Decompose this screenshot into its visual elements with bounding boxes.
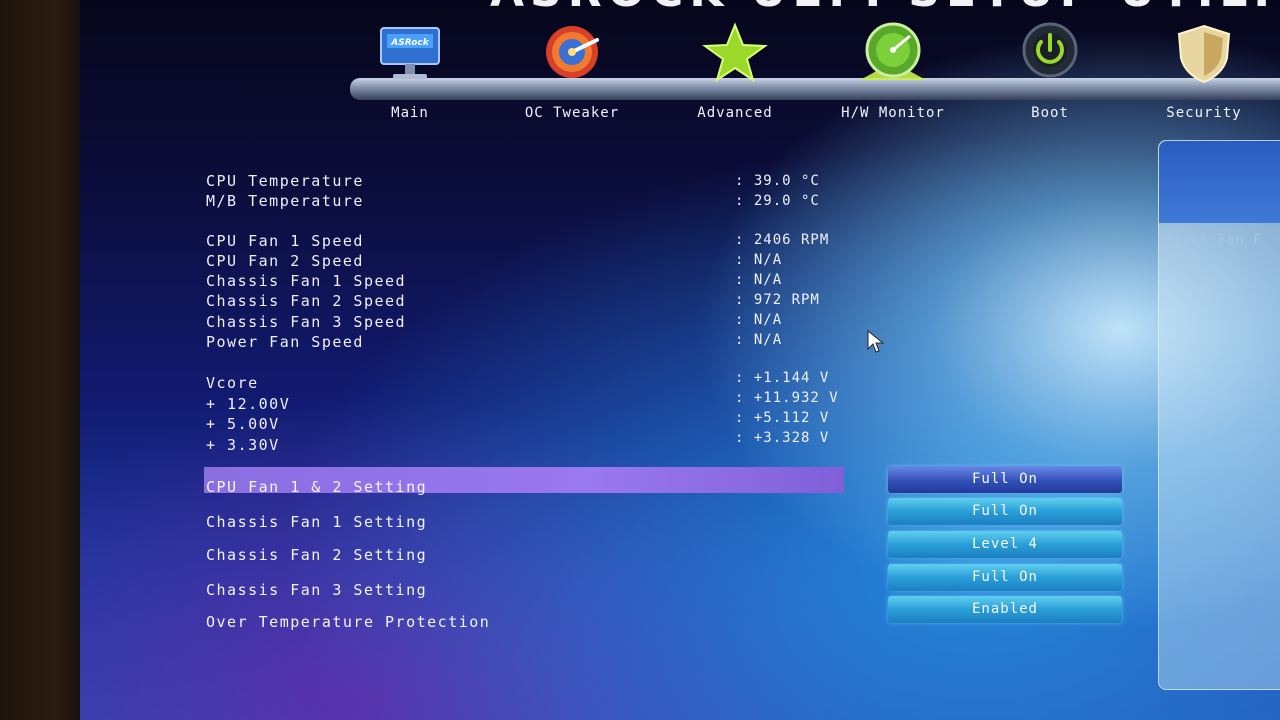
chassis-fan-1-speed-label: Chassis Fan 1 Speed [206, 272, 407, 290]
tab-security-label: Security [1166, 105, 1242, 121]
monitor-bezel [0, 0, 90, 720]
page-title: ASROCK UEFI SETUP UTILITY [490, 0, 1280, 17]
tab-oc-tweaker[interactable]: OC Tweaker [507, 20, 637, 130]
cpu-fan-2-speed-label: CPU Fan 2 Speed [206, 252, 364, 270]
voltage-5v-label: + 5.00V [206, 415, 280, 433]
voltage-12v-label: + 12.00V [206, 395, 291, 413]
voltage-3v3-label: + 3.30V [206, 436, 280, 454]
chassis-fan-2-setting-button[interactable]: Level 4 [888, 531, 1122, 558]
tab-oc-tweaker-label: OC Tweaker [524, 105, 620, 121]
tab-boot[interactable]: Boot [985, 20, 1115, 130]
power-fan-speed-label: Power Fan Speed [206, 333, 364, 351]
tab-security[interactable]: Security [1139, 20, 1269, 130]
tab-hw-monitor-label: H/W Monitor [841, 105, 945, 121]
shield-icon [1177, 24, 1231, 84]
tab-main[interactable]: ASRock Main [345, 20, 475, 130]
tab-main-label: Main [391, 105, 429, 121]
help-panel-header [1159, 141, 1280, 223]
cpu-fan-1-speed-label: CPU Fan 1 Speed [206, 232, 364, 250]
chassis-fan-2-speed-value: : 972 RPM [735, 292, 820, 308]
star-icon [702, 22, 768, 83]
cpu-temperature-label: CPU Temperature [206, 172, 364, 190]
cpu-fan-1-2-setting-button[interactable]: Full On [888, 466, 1122, 493]
help-panel: Quiet Fan F [1158, 140, 1280, 690]
cpu-fan-1-speed-value: : 2406 RPM [735, 232, 830, 248]
chassis-fan-3-speed-label: Chassis Fan 3 Speed [206, 313, 407, 331]
chassis-fan-3-setting-button[interactable]: Full On [888, 564, 1122, 591]
tab-boot-label: Boot [1031, 105, 1069, 121]
voltage-5v-value: : +5.112 V [735, 410, 830, 426]
over-temperature-protection-button[interactable]: Enabled [888, 596, 1122, 623]
chassis-fan-2-speed-label: Chassis Fan 2 Speed [206, 292, 407, 310]
chassis-fan-1-setting-label[interactable]: Chassis Fan 1 Setting [206, 513, 427, 531]
chassis-fan-3-speed-value: : N/A [735, 312, 783, 328]
vcore-label: Vcore [206, 374, 259, 392]
chassis-fan-1-setting-button[interactable]: Full On [888, 498, 1122, 525]
voltage-12v-value: : +11.932 V [735, 390, 839, 406]
cpu-temperature-value: : 39.0 °C [735, 173, 820, 189]
mb-temperature-label: M/B Temperature [206, 192, 364, 210]
radar-icon [860, 22, 926, 80]
chassis-fan-1-speed-value: : N/A [735, 272, 783, 288]
speedometer-icon [546, 26, 599, 78]
chassis-fan-3-setting-label[interactable]: Chassis Fan 3 Setting [206, 581, 427, 599]
help-panel-text: Quiet Fan F [1165, 233, 1263, 248]
cpu-fan-1-2-setting-label[interactable]: CPU Fan 1 & 2 Setting [206, 478, 427, 496]
mb-temperature-value: : 29.0 °C [735, 193, 820, 209]
mouse-cursor-icon [867, 330, 885, 353]
monitor-icon: ASRock [380, 27, 440, 79]
svg-text:ASRock: ASRock [390, 38, 429, 48]
tab-advanced-label: Advanced [697, 105, 773, 121]
vcore-value: : +1.144 V [735, 370, 830, 386]
over-temperature-protection-label[interactable]: Over Temperature Protection [206, 613, 490, 631]
power-fan-speed-value: : N/A [735, 332, 783, 348]
power-icon [1022, 22, 1078, 78]
cpu-fan-2-speed-value: : N/A [735, 252, 783, 268]
tab-hw-monitor[interactable]: H/W Monitor [828, 20, 958, 130]
voltage-3v3-value: : +3.328 V [735, 430, 830, 446]
tab-advanced[interactable]: Advanced [670, 20, 800, 130]
bios-screen: ASROCK UEFI SETUP UTILITY ASRock Main OC… [80, 0, 1280, 720]
chassis-fan-2-setting-label[interactable]: Chassis Fan 2 Setting [206, 546, 427, 564]
